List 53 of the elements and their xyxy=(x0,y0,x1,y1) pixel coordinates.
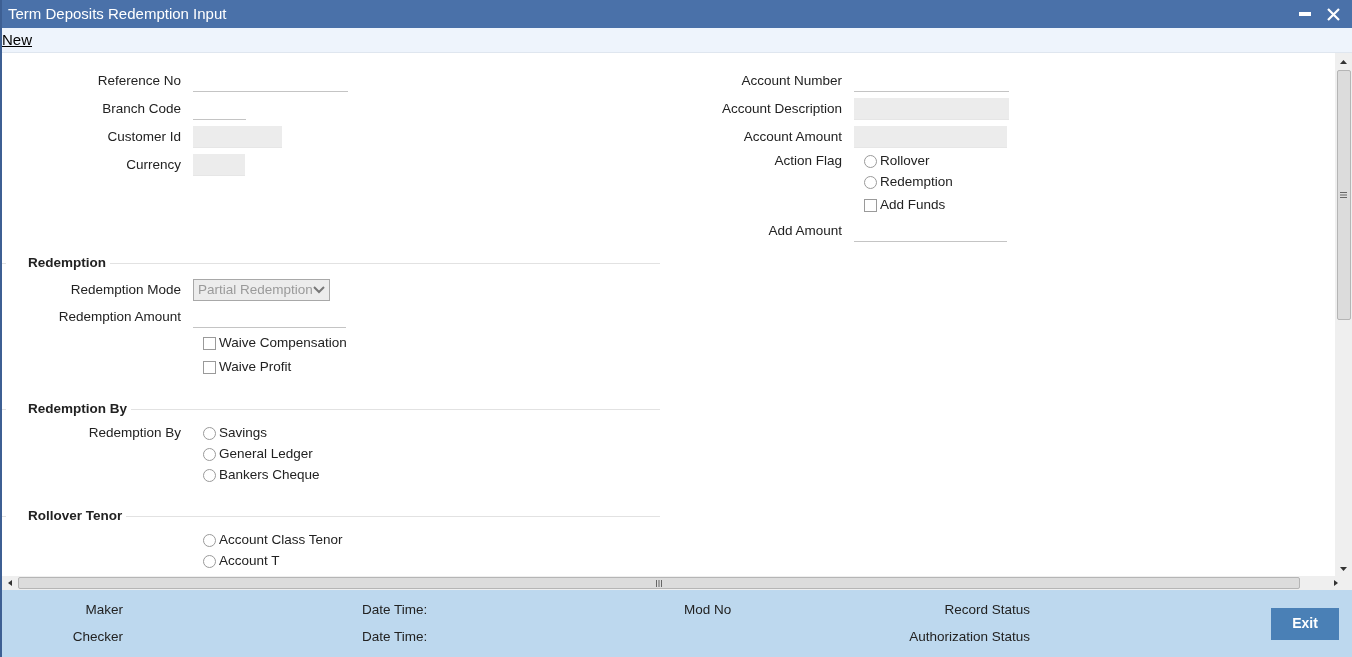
audit-label: Mod No xyxy=(684,600,732,619)
grip-icon xyxy=(1340,192,1347,198)
chevron-down-icon xyxy=(313,286,325,294)
audit-label: Date Time: xyxy=(362,600,428,619)
radio-button[interactable] xyxy=(864,155,877,168)
window-title: Term Deposits Redemption Input xyxy=(8,3,227,24)
radio-label: Redemption xyxy=(880,173,953,192)
audit-label: Record Status xyxy=(944,600,1030,619)
horizontal-scrollbar[interactable] xyxy=(2,576,1352,590)
field-label: Redemption By xyxy=(88,424,181,443)
radio-label: Bankers Cheque xyxy=(219,466,320,485)
checkbox-label: Add Funds xyxy=(880,195,946,214)
radio-button[interactable] xyxy=(203,469,216,482)
scroll-thumb[interactable] xyxy=(1336,70,1351,320)
new-link[interactable]: New xyxy=(2,28,32,52)
field-label: Redemption Amount xyxy=(58,307,181,326)
grip-icon xyxy=(655,579,663,587)
field-label: Customer Id xyxy=(107,127,181,146)
section-heading: Rollover Tenor xyxy=(27,506,124,525)
radio-label: General Ledger xyxy=(219,445,313,464)
vertical-scrollbar[interactable] xyxy=(1335,53,1352,576)
audit-label: Authorization Status xyxy=(909,627,1030,646)
exit-button[interactable]: Exit xyxy=(1271,607,1339,640)
radio-button[interactable] xyxy=(203,555,216,568)
field-label: Account Number xyxy=(741,71,842,90)
checkbox-label: Waive Profit xyxy=(219,357,292,376)
checkbox-label: Waive Compensation xyxy=(219,333,347,352)
audit-label: Date Time: xyxy=(362,627,428,646)
close-icon[interactable] xyxy=(1327,7,1340,21)
radio-label: Account Class Tenor xyxy=(219,531,343,550)
field-label: Add Amount xyxy=(768,221,842,240)
radio-label: Rollover xyxy=(880,152,930,171)
field-label: Branch Code xyxy=(102,99,181,118)
radio-button[interactable] xyxy=(203,448,216,461)
radio-button[interactable] xyxy=(864,176,877,189)
scroll-thumb[interactable] xyxy=(18,577,1300,589)
radio-button[interactable] xyxy=(203,427,216,440)
section-heading: Redemption By xyxy=(27,399,128,418)
field-label: Currency xyxy=(126,155,181,174)
field-label: Reference No xyxy=(97,71,181,90)
checkbox[interactable] xyxy=(864,198,877,212)
field-label: Action Flag xyxy=(774,152,842,171)
checkbox[interactable] xyxy=(203,336,216,350)
radio-label: Account T xyxy=(219,552,280,571)
section-heading: Redemption xyxy=(27,253,107,272)
field-label: Account Amount xyxy=(743,127,842,146)
radio-button[interactable] xyxy=(203,534,216,547)
checkbox[interactable] xyxy=(203,360,216,374)
audit-label: Maker xyxy=(85,600,123,619)
radio-label: Savings xyxy=(219,424,268,443)
audit-label: Checker xyxy=(72,627,123,646)
field-label: Redemption Mode xyxy=(70,280,181,299)
field-label: Account Description xyxy=(721,99,842,118)
